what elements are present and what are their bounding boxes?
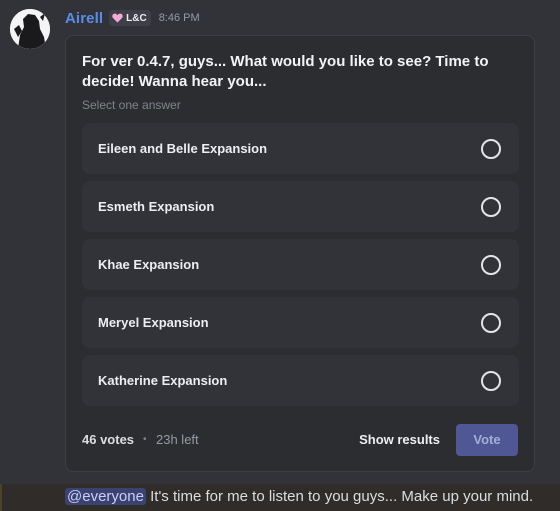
poll-answer[interactable]: Khae Expansion — [82, 239, 519, 290]
pink-heart-icon — [112, 13, 123, 23]
message-text: It's time for me to listen to you guys..… — [145, 488, 534, 505]
message-timestamp: 8:46 PM — [158, 12, 200, 24]
separator-dot: • — [143, 434, 147, 445]
radio-button[interactable] — [481, 197, 501, 217]
avatar[interactable] — [10, 9, 50, 49]
poll-answer-label: Khae Expansion — [98, 257, 200, 272]
message-content-row: @everyone It's time for me to listen to … — [0, 484, 560, 511]
poll-answer-label: Meryel Expansion — [98, 315, 209, 330]
mention-highlight-bar — [0, 484, 2, 511]
poll-answer-label: Esmeth Expansion — [98, 199, 215, 214]
poll-footer: 46 votes • 23h left Show results Vote — [82, 424, 518, 456]
poll-time-left: 23h left — [156, 432, 199, 447]
username[interactable]: Airell — [65, 10, 103, 27]
everyone-mention[interactable]: @everyone — [65, 488, 146, 505]
poll-answer[interactable]: Meryel Expansion — [82, 297, 519, 348]
poll-answer[interactable]: Katherine Expansion — [82, 355, 519, 406]
poll-question: For ver 0.4.7, guys... What would you li… — [82, 53, 489, 90]
server-tag[interactable]: L&C — [109, 10, 151, 26]
vote-count: 46 votes — [82, 432, 135, 447]
message-content: @everyone It's time for me to listen to … — [65, 487, 533, 507]
server-tag-label: L&C — [126, 12, 147, 24]
avatar-silhouette-icon — [10, 9, 50, 49]
radio-button[interactable] — [481, 139, 501, 159]
poll-answer[interactable]: Esmeth Expansion — [82, 181, 519, 232]
poll-answer-label: Katherine Expansion — [98, 373, 228, 388]
poll-answer-label: Eileen and Belle Expansion — [98, 141, 268, 156]
radio-button[interactable] — [481, 255, 501, 275]
message: Airell L&C 8:46 PM For ver 0.4.7, guys..… — [0, 0, 560, 484]
poll-hint: Select one answer — [82, 98, 181, 112]
radio-button[interactable] — [481, 313, 501, 333]
poll-answer[interactable]: Eileen and Belle Expansion — [82, 123, 519, 174]
message-header: Airell L&C 8:46 PM — [65, 7, 200, 29]
show-results-button[interactable]: Show results — [359, 424, 440, 456]
radio-button[interactable] — [481, 371, 501, 391]
poll-card: For ver 0.4.7, guys... What would you li… — [65, 35, 535, 472]
vote-button[interactable]: Vote — [456, 424, 518, 456]
